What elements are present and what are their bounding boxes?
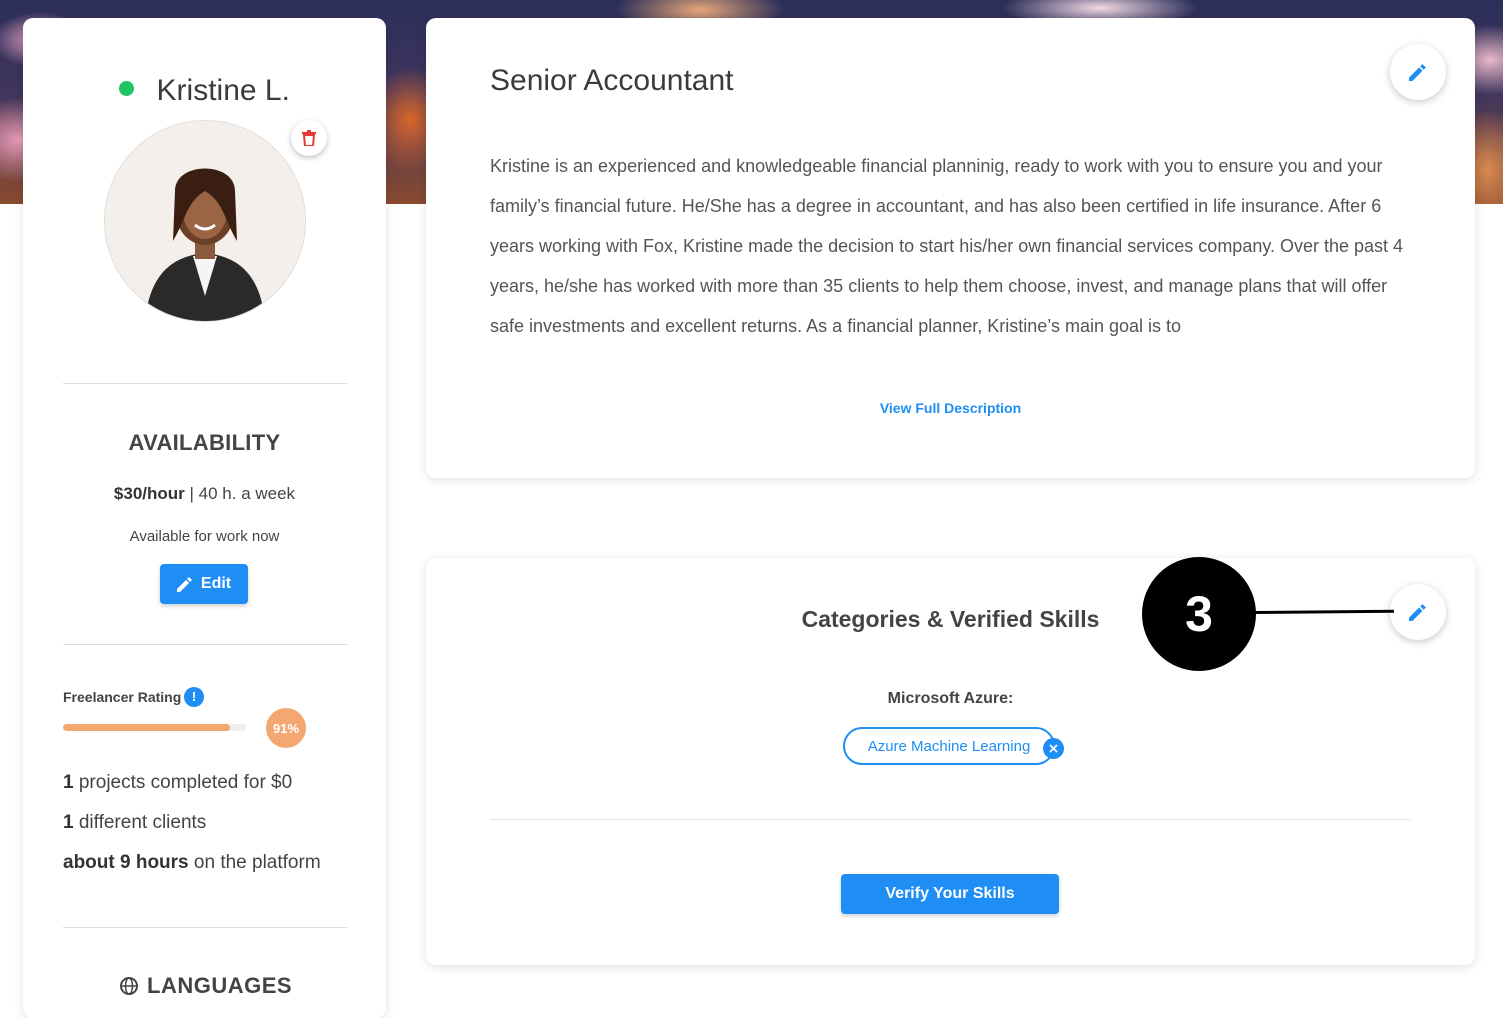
edit-availability-button[interactable]: Edit xyxy=(160,564,248,604)
divider xyxy=(63,383,347,384)
skill-group-label: Microsoft Azure: xyxy=(887,690,1014,707)
verify-skills-button[interactable]: Verify Your Skills xyxy=(841,874,1059,914)
online-status-dot xyxy=(119,80,135,96)
stat-projects-value: 1 xyxy=(63,772,74,793)
avatar xyxy=(104,120,306,322)
skill-chip[interactable]: Azure Machine Learning xyxy=(843,727,1055,765)
stat-clients-text: different clients xyxy=(73,812,207,833)
divider xyxy=(63,927,347,928)
rating-percent-badge: 91% xyxy=(266,708,306,748)
freelancer-rating-label: Freelancer Rating xyxy=(63,689,182,705)
pencil-icon xyxy=(1409,604,1426,621)
stat-clients-value: 1 xyxy=(63,812,74,833)
stat-projects-text: projects completed for $0 xyxy=(73,772,293,793)
profile-name-row: Kristine L. xyxy=(23,74,386,108)
edit-skills-button[interactable] xyxy=(1390,584,1446,640)
weekly-hours: 40 h. a week xyxy=(198,484,296,503)
step-callout: 3 xyxy=(1142,557,1256,671)
profile-card: Kristine L. AVAILABILITY $30/hour | 40 h… xyxy=(23,18,386,1018)
trash-icon xyxy=(302,130,316,146)
stat-hours-value: about 9 hours xyxy=(63,852,189,873)
remove-skill-button[interactable] xyxy=(1043,738,1064,759)
edit-about-button[interactable] xyxy=(1390,44,1446,100)
stat-hours: about 9 hours on the platform xyxy=(63,852,321,874)
rating-progress-fill xyxy=(63,724,230,731)
rating-progress-bar xyxy=(63,724,246,731)
pencil-icon xyxy=(1409,64,1426,81)
languages-title: LANGUAGES xyxy=(147,973,293,998)
rate-separator: | xyxy=(184,484,199,503)
globe-icon xyxy=(120,977,138,995)
stat-projects: 1 projects completed for $0 xyxy=(63,772,292,794)
divider xyxy=(490,819,1411,820)
rate-line: $30/hour | 40 h. a week xyxy=(23,484,386,504)
availability-status: Available for work now xyxy=(129,528,280,545)
close-icon xyxy=(1049,744,1058,753)
about-card: Senior Accountant Kristine is an experie… xyxy=(426,18,1475,478)
pencil-icon xyxy=(176,577,192,592)
stat-clients: 1 different clients xyxy=(63,812,206,834)
skills-card: Categories & Verified Skills Microsoft A… xyxy=(426,558,1475,965)
divider xyxy=(63,644,347,645)
profile-name: Kristine L. xyxy=(156,74,290,107)
availability-title: AVAILABILITY xyxy=(128,430,281,455)
view-full-description-link[interactable]: View Full Description xyxy=(426,400,1475,416)
profile-description: Kristine is an experienced and knowledge… xyxy=(490,156,1404,336)
delete-photo-button[interactable] xyxy=(291,120,327,156)
job-title: Senior Accountant xyxy=(490,64,734,97)
stat-hours-text: on the platform xyxy=(188,852,321,873)
edit-label: Edit xyxy=(200,575,232,592)
info-icon[interactable]: ! xyxy=(184,687,204,707)
hourly-rate: $30/hour xyxy=(113,484,185,503)
avatar-photo xyxy=(105,121,305,321)
